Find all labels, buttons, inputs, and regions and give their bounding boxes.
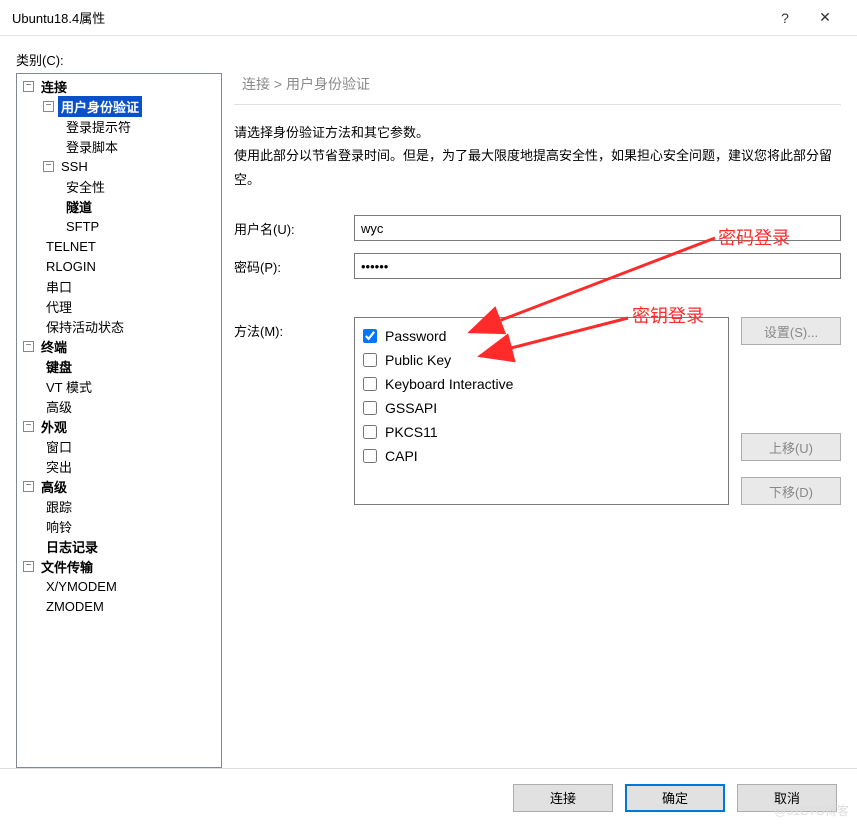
breadcrumb: 连接 > 用户身份验证	[234, 68, 841, 105]
checkbox-password[interactable]	[363, 329, 377, 343]
checkbox-pkcs11[interactable]	[363, 425, 377, 439]
method-list[interactable]: Password Public Key Keyboard Interactive…	[354, 317, 729, 505]
method-item-capi[interactable]: CAPI	[363, 444, 720, 468]
tree-node-serial[interactable]: 串口	[17, 276, 221, 296]
moveup-button[interactable]: 上移(U)	[741, 433, 841, 461]
tree-node-sftp[interactable]: SFTP	[17, 216, 221, 236]
tree-node-advanced2[interactable]: −高级	[17, 476, 221, 496]
category-tree[interactable]: −连接 −用户身份验证 登录提示符 登录脚本 −SSH 安全性	[16, 73, 222, 768]
category-label: 类别(C):	[16, 50, 222, 69]
method-label: 方法(M):	[234, 317, 354, 505]
tree-node-terminal[interactable]: −终端	[17, 336, 221, 356]
collapse-icon[interactable]: −	[43, 161, 54, 172]
checkbox-capi[interactable]	[363, 449, 377, 463]
tree-node-highlight[interactable]: 突出	[17, 456, 221, 476]
method-item-keyboard[interactable]: Keyboard Interactive	[363, 372, 720, 396]
tree-node-login-prompt[interactable]: 登录提示符	[17, 116, 221, 136]
tree-node-file-transfer[interactable]: −文件传输	[17, 556, 221, 576]
ok-button[interactable]: 确定	[625, 784, 725, 812]
tree-node-vtmode[interactable]: VT 模式	[17, 376, 221, 396]
collapse-icon[interactable]: −	[23, 81, 34, 92]
category-pane: 类别(C): −连接 −用户身份验证 登录提示符 登录脚本 −SSH	[16, 50, 222, 768]
close-icon[interactable]: ✕	[805, 9, 845, 26]
tree-node-rlogin[interactable]: RLOGIN	[17, 256, 221, 276]
username-label: 用户名(U):	[234, 219, 354, 238]
tree-node-ssh[interactable]: −SSH	[17, 156, 221, 176]
collapse-icon[interactable]: −	[23, 341, 34, 352]
movedown-button[interactable]: 下移(D)	[741, 477, 841, 505]
tree-node-keepalive[interactable]: 保持活动状态	[17, 316, 221, 336]
tree-node-user-auth[interactable]: −用户身份验证	[17, 96, 221, 116]
tree-node-telnet[interactable]: TELNET	[17, 236, 221, 256]
checkbox-publickey[interactable]	[363, 353, 377, 367]
help-icon[interactable]: ?	[765, 10, 805, 26]
setup-button[interactable]: 设置(S)...	[741, 317, 841, 345]
collapse-icon[interactable]: −	[23, 561, 34, 572]
method-item-password[interactable]: Password	[363, 324, 720, 348]
tree-node-zmodem[interactable]: ZMODEM	[17, 596, 221, 616]
description: 请选择身份验证方法和其它参数。 使用此部分以节省登录时间。但是，为了最大限度地提…	[234, 121, 841, 191]
tree-node-logging[interactable]: 日志记录	[17, 536, 221, 556]
tree-node-tunnel[interactable]: 隧道	[17, 196, 221, 216]
tree-node-connection[interactable]: −连接	[17, 76, 221, 96]
desc-line-2: 使用此部分以节省登录时间。但是，为了最大限度地提高安全性，如果担心安全问题，建议…	[234, 144, 841, 191]
tree-node-appearance[interactable]: −外观	[17, 416, 221, 436]
dialog-content: 类别(C): −连接 −用户身份验证 登录提示符 登录脚本 −SSH	[0, 36, 857, 768]
collapse-icon[interactable]: −	[23, 481, 34, 492]
tree-node-advanced1[interactable]: 高级	[17, 396, 221, 416]
window-title: Ubuntu18.4属性	[12, 8, 765, 27]
tree-node-proxy[interactable]: 代理	[17, 296, 221, 316]
checkbox-gssapi[interactable]	[363, 401, 377, 415]
dialog-footer: 连接 确定 取消	[0, 768, 857, 826]
titlebar: Ubuntu18.4属性 ? ✕	[0, 0, 857, 36]
desc-line-1: 请选择身份验证方法和其它参数。	[234, 121, 841, 144]
tree-node-login-script[interactable]: 登录脚本	[17, 136, 221, 156]
watermark: @51CTO博客	[774, 802, 849, 819]
tree-node-trace[interactable]: 跟踪	[17, 496, 221, 516]
method-item-gssapi[interactable]: GSSAPI	[363, 396, 720, 420]
username-input[interactable]	[354, 215, 841, 241]
settings-pane: 连接 > 用户身份验证 请选择身份验证方法和其它参数。 使用此部分以节省登录时间…	[234, 50, 841, 768]
method-item-publickey[interactable]: Public Key	[363, 348, 720, 372]
connect-button[interactable]: 连接	[513, 784, 613, 812]
method-item-pkcs11[interactable]: PKCS11	[363, 420, 720, 444]
tree-node-bell[interactable]: 响铃	[17, 516, 221, 536]
tree-node-security[interactable]: 安全性	[17, 176, 221, 196]
password-input[interactable]	[354, 253, 841, 279]
tree-node-keyboard[interactable]: 键盘	[17, 356, 221, 376]
checkbox-keyboard[interactable]	[363, 377, 377, 391]
password-label: 密码(P):	[234, 257, 354, 276]
tree-node-window[interactable]: 窗口	[17, 436, 221, 456]
collapse-icon[interactable]: −	[43, 101, 54, 112]
tree-node-xymodem[interactable]: X/YMODEM	[17, 576, 221, 596]
collapse-icon[interactable]: −	[23, 421, 34, 432]
